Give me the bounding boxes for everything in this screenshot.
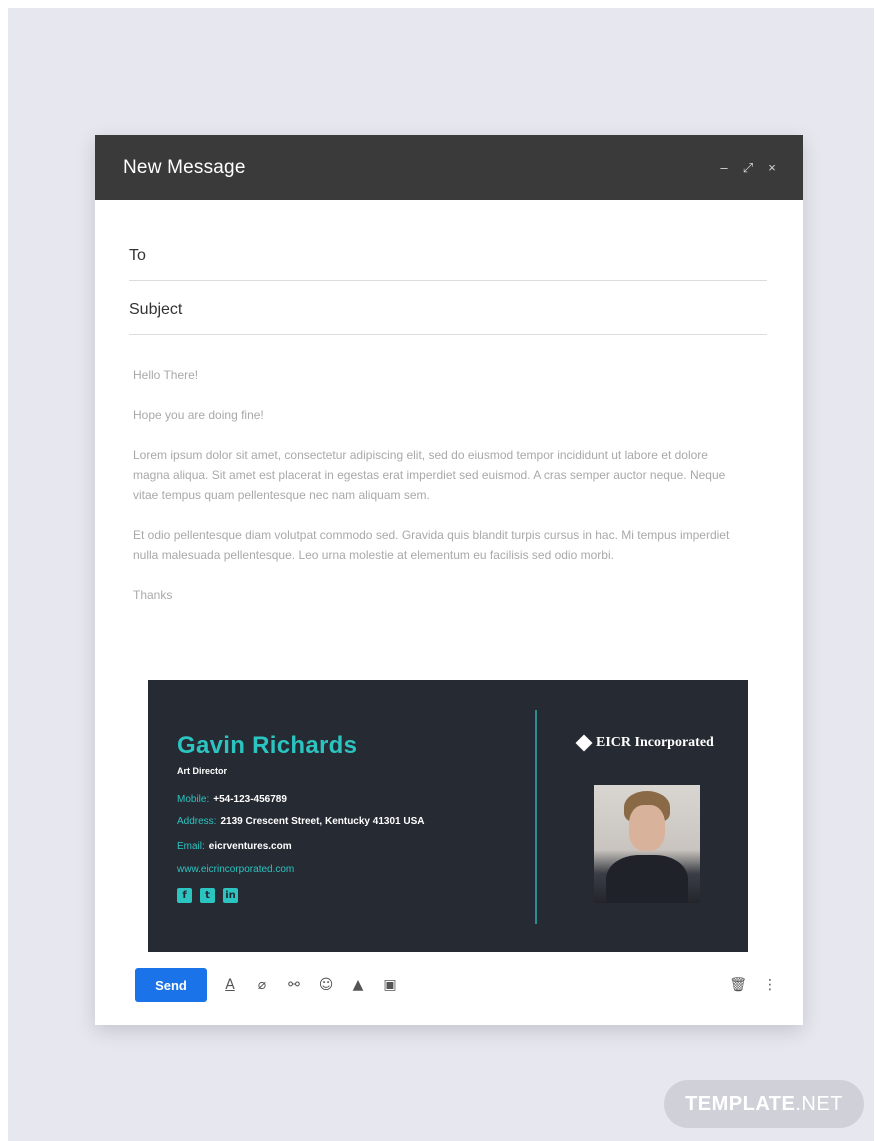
watermark-brand: TEMPLATE (685, 1092, 796, 1115)
compose-toolbar: Send A ⌀ ⚯ ☺ ▲ ▣ 🗑 ⋮ (135, 967, 777, 1003)
format-tools: A ⌀ ⚯ ☺ ▲ ▣ (221, 977, 399, 993)
watermark-logo: TEMPLATE .NET (664, 1080, 864, 1128)
photo-icon[interactable]: ▣ (381, 977, 399, 993)
more-options-icon[interactable]: ⋮ (763, 977, 777, 993)
body-paragraph-2: Et odio pellentesque diam volutpat commo… (133, 528, 730, 562)
email-value[interactable]: eicrventures.com (209, 841, 292, 852)
drive-icon[interactable]: ▲ (349, 977, 367, 993)
address-label: Address: (177, 816, 217, 827)
minimize-icon[interactable]: – (717, 160, 731, 175)
toolbar-right: 🗑 ⋮ (729, 977, 777, 993)
send-button[interactable]: Send (135, 968, 207, 1002)
profile-photo (594, 785, 700, 903)
social-links: f t in (177, 888, 238, 903)
link-icon[interactable]: ⚯ (285, 977, 303, 993)
expand-icon[interactable]: ⤢ (741, 160, 755, 176)
company-diamond-icon (575, 734, 593, 752)
signature-name: Gavin Richards (177, 732, 358, 759)
trash-icon[interactable]: 🗑 (729, 977, 747, 993)
attach-icon[interactable]: ⌀ (253, 977, 271, 993)
to-field[interactable]: To (129, 231, 767, 281)
signature-role: Art Director (177, 766, 228, 776)
to-input[interactable] (199, 247, 767, 264)
twitter-icon[interactable]: t (200, 888, 215, 903)
body-closing: Thanks (133, 588, 173, 602)
subject-label: Subject (129, 300, 183, 318)
mobile-value: +54-123-456789 (213, 794, 287, 805)
address-value: 2139 Crescent Street, Kentucky 41301 USA (220, 816, 425, 827)
subject-field[interactable]: Subject (129, 285, 767, 335)
company-logo: EICR Incorporated (575, 734, 714, 752)
photo-face (629, 805, 665, 851)
window-title: New Message (123, 156, 246, 178)
linkedin-icon[interactable]: in (223, 888, 238, 903)
body-line: Hope you are doing fine! (133, 408, 264, 422)
subject-input[interactable] (199, 301, 767, 318)
email-label: Email: (177, 841, 205, 852)
message-body[interactable]: Hello There! Hope you are doing fine! Lo… (133, 365, 745, 625)
signature-website[interactable]: www.eicrincorporated.com (177, 864, 294, 875)
company-name: EICR Incorporated (596, 735, 714, 750)
body-paragraph-1: Lorem ipsum dolor sit amet, consectetur … (133, 448, 726, 502)
close-icon[interactable]: × (765, 160, 779, 175)
watermark-suffix: .NET (795, 1092, 843, 1115)
photo-body (606, 855, 688, 903)
signature-mobile: Mobile: +54-123-456789 (177, 794, 287, 805)
body-greeting: Hello There! (133, 368, 199, 382)
facebook-icon[interactable]: f (177, 888, 192, 903)
mobile-label: Mobile: (177, 794, 210, 805)
signature-address: Address: 2139 Crescent Street, Kentucky 4… (177, 816, 424, 827)
window-controls: – ⤢ × (717, 160, 779, 176)
to-label: To (129, 246, 146, 264)
format-text-icon[interactable]: A (221, 977, 239, 993)
signature-divider (535, 710, 537, 924)
emoji-icon[interactable]: ☺ (317, 977, 335, 993)
email-signature: Gavin Richards Art Director Mobile: +54-1… (148, 680, 748, 952)
compose-window: New Message – ⤢ × To Subject Hello There… (95, 135, 803, 1025)
signature-email: Email: eicrventures.com (177, 841, 292, 852)
title-bar: New Message – ⤢ × (95, 135, 803, 200)
